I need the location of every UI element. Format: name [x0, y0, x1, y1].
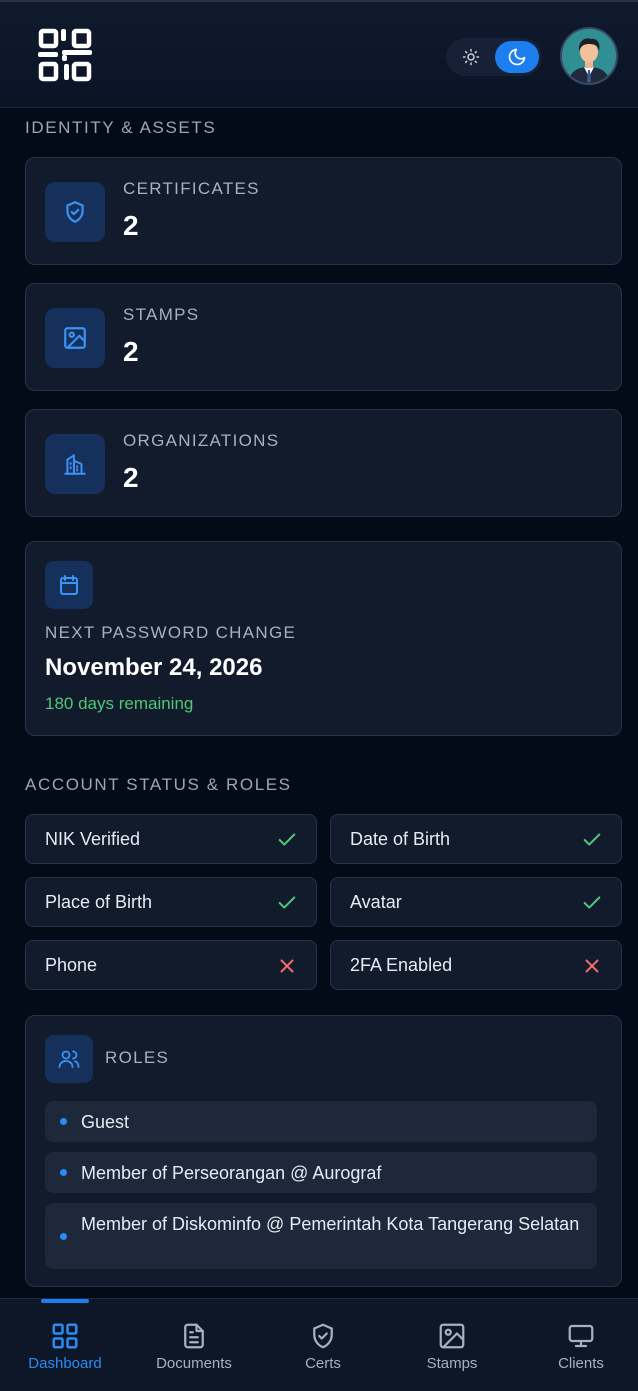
document-icon	[184, 1323, 204, 1349]
nav-stamps[interactable]: Stamps	[388, 1299, 516, 1391]
roles-title: ROLES	[105, 1048, 170, 1067]
check-icon	[583, 833, 601, 846]
role-label: Member of Diskominfo @ Pemerintah Kota T…	[81, 1214, 580, 1234]
bottom-navigation: Dashboard Documents Certs Stamps Clients	[0, 1298, 638, 1391]
status-label: Date of Birth	[350, 829, 451, 849]
status-2fa-enabled: 2FA Enabled	[330, 940, 622, 990]
organizations-card[interactable]: ORGANIZATIONS 2	[25, 409, 622, 517]
certificates-count: 2	[123, 210, 139, 241]
role-bullet	[60, 1169, 67, 1176]
nav-documents[interactable]: Documents	[130, 1299, 258, 1391]
status-label: Place of Birth	[45, 892, 153, 912]
status-place-of-birth: Place of Birth	[25, 877, 317, 927]
sun-icon	[462, 48, 480, 66]
identity-section-title: IDENTITY & ASSETS	[25, 118, 217, 137]
app-header	[0, 0, 638, 108]
stamps-label: STAMPS	[123, 305, 200, 324]
role-item: Member of Perseorangan @ Aurograf	[45, 1152, 597, 1193]
stamps-icon-box	[45, 308, 105, 368]
nav-clients[interactable]: Clients	[517, 1299, 638, 1391]
x-icon	[585, 959, 599, 973]
grid-icon	[52, 1323, 78, 1349]
building-icon	[64, 454, 86, 475]
organizations-icon-box	[45, 434, 105, 494]
role-label: Member of Perseorangan @ Aurograf	[81, 1163, 382, 1183]
status-label: Phone	[45, 955, 98, 975]
users-icon	[58, 1050, 80, 1068]
nav-label: Certs	[305, 1355, 341, 1372]
avatar-portrait-icon	[562, 29, 616, 83]
dark-mode-button[interactable]	[495, 41, 539, 73]
roles-card: ROLES Guest Member of Perseorangan @ Aur…	[25, 1015, 622, 1287]
status-avatar: Avatar	[330, 877, 622, 927]
status-label: Avatar	[350, 892, 402, 912]
status-label: 2FA Enabled	[350, 955, 453, 975]
account-section-title: ACCOUNT STATUS & ROLES	[25, 775, 292, 794]
user-avatar[interactable]	[560, 27, 618, 85]
check-icon	[278, 833, 296, 846]
shield-check-icon	[313, 1323, 333, 1349]
check-icon	[583, 896, 601, 909]
status-label: NIK Verified	[45, 829, 141, 849]
nav-label: Dashboard	[28, 1355, 102, 1372]
image-icon	[439, 1323, 465, 1349]
status-nik-verified: NIK Verified	[25, 814, 317, 864]
status-phone: Phone	[25, 940, 317, 990]
certificates-icon-box	[45, 182, 105, 242]
nav-dashboard[interactable]: Dashboard	[1, 1299, 129, 1391]
shield-check-icon	[66, 201, 84, 223]
organizations-count: 2	[123, 462, 139, 493]
nav-label: Documents	[156, 1355, 232, 1372]
image-icon	[64, 327, 86, 349]
role-bullet	[60, 1233, 67, 1240]
certificates-label: CERTIFICATES	[123, 179, 260, 198]
password-change-card: NEXT PASSWORD CHANGE November 24, 2026 1…	[25, 541, 622, 736]
roles-icon-box	[45, 1035, 93, 1083]
x-icon	[280, 959, 294, 973]
nav-label: Stamps	[426, 1355, 478, 1372]
password-days-remaining: 180 days remaining	[45, 694, 194, 713]
status-date-of-birth: Date of Birth	[330, 814, 622, 864]
calendar-icon-box	[45, 561, 93, 609]
calendar-icon	[60, 575, 78, 595]
check-icon	[278, 896, 296, 909]
certificates-card[interactable]: CERTIFICATES 2	[25, 157, 622, 265]
role-bullet	[60, 1118, 67, 1125]
role-item: Member of Diskominfo @ Pemerintah Kota T…	[45, 1203, 597, 1269]
password-change-label: NEXT PASSWORD CHANGE	[45, 623, 297, 642]
organizations-label: ORGANIZATIONS	[123, 431, 280, 450]
moon-icon	[508, 48, 526, 66]
monitor-icon	[568, 1324, 594, 1348]
theme-toggle[interactable]	[446, 38, 542, 76]
nav-certs[interactable]: Certs	[259, 1299, 387, 1391]
stamps-card[interactable]: STAMPS 2	[25, 283, 622, 391]
role-item: Guest	[45, 1101, 597, 1142]
stamps-count: 2	[123, 336, 139, 367]
nav-label: Clients	[558, 1355, 604, 1372]
qr-logo-icon[interactable]	[38, 28, 92, 82]
role-label: Guest	[81, 1112, 130, 1132]
password-change-date: November 24, 2026	[45, 654, 263, 681]
light-mode-button[interactable]	[449, 41, 493, 73]
